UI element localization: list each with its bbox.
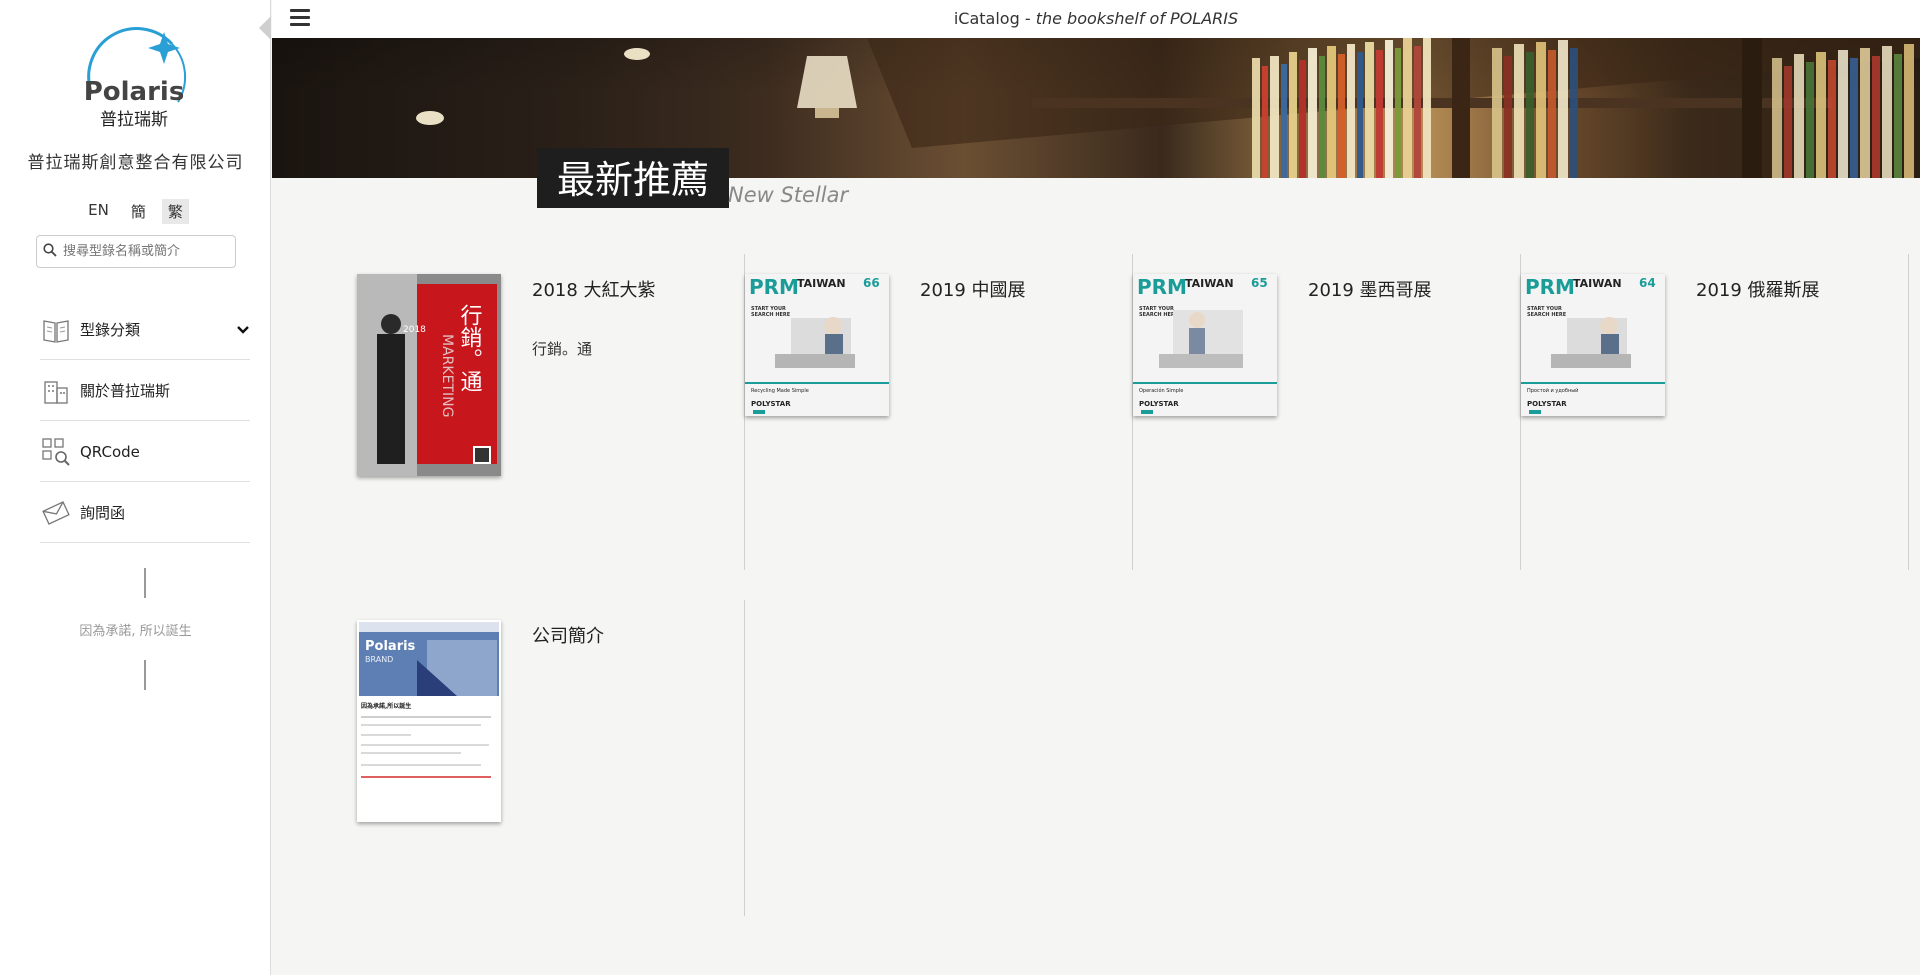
title-prefix: iCatalog -: [953, 9, 1036, 28]
cover-maker-text: POLYSTAR: [751, 400, 791, 408]
search-icon[interactable]: [43, 242, 57, 261]
catalog-title[interactable]: 2018 大紅大紫: [532, 276, 656, 302]
logo-text: Polaris: [84, 77, 185, 107]
qrcode-search-icon: [40, 436, 72, 468]
nav-inquiry[interactable]: 詢問函: [40, 483, 250, 543]
top-bar: iCatalog - the bookshelf of POLARIS: [272, 0, 1920, 38]
cover-line2-text: SEARCH HERE: [1139, 312, 1179, 318]
divider-line: [144, 660, 146, 690]
card-separator: [744, 600, 745, 916]
cover-tagline-text: Operación Simple: [1139, 387, 1183, 394]
nav-label: 關於普拉瑞斯: [80, 382, 171, 400]
divider-line: [144, 568, 146, 598]
search-input[interactable]: [61, 243, 235, 260]
cover-vertical-text: MARKETING: [439, 334, 455, 417]
cover-brand-text: TAIWAN: [797, 277, 846, 290]
catalog-title[interactable]: 2019 墨西哥展: [1308, 276, 1432, 302]
cover-line2-text: SEARCH HERE: [1527, 312, 1567, 318]
catalog-title[interactable]: 2019 中國展: [920, 276, 1026, 302]
sidebar-collapse-tab[interactable]: [259, 16, 271, 40]
chevron-down-icon[interactable]: [236, 320, 250, 339]
app-title: iCatalog - the bookshelf of POLARIS: [272, 9, 1920, 28]
cover-mast-text: PRM: [1525, 275, 1575, 299]
section-heading: 最新推薦: [537, 148, 730, 208]
catalog-card[interactable]: 行銷。通 B2B MARKETING 2018 2018 大紅大紫 行銷。通: [357, 254, 745, 570]
company-name: 普拉瑞斯創意整合有限公司: [27, 153, 244, 173]
cover-mast-text: PRM: [1137, 275, 1187, 299]
cover-line2-text: SEARCH HERE: [751, 312, 791, 318]
cover-sub-text: BRAND: [365, 655, 393, 664]
logo-subtext: 普拉瑞斯: [100, 110, 168, 130]
cover-heading-text: 因為承諾,所以誕生: [361, 702, 411, 710]
motto-text: 因為承諾, 所以誕生: [79, 624, 192, 639]
catalog-card[interactable]: PRM TAIWAN 64 START YOUR SEARCH HERE Про…: [1521, 254, 1909, 570]
cover-maker-text: POLYSTAR: [1527, 400, 1567, 408]
search-box: [36, 235, 236, 268]
catalog-card[interactable]: PRM TAIWAN 65 START YOUR SEARCH HERE Ope…: [1133, 254, 1521, 570]
catalog-cover[interactable]: PRM TAIWAN 64 START YOUR SEARCH HERE Про…: [1521, 274, 1665, 416]
nav-label: QRCode: [80, 442, 140, 461]
nav-qrcode[interactable]: QRCode: [40, 422, 250, 482]
catalog-cover[interactable]: Polaris BRAND 因為承諾,所以誕生: [357, 620, 501, 822]
nav-about-polaris[interactable]: 關於普拉瑞斯: [40, 361, 250, 421]
polaris-logo[interactable]: Polaris 普拉瑞斯: [72, 26, 198, 138]
envelope-icon: [40, 497, 72, 529]
cover-brand-text: TAIWAN: [1573, 277, 1622, 290]
nav-label: 詢問函: [80, 504, 126, 522]
cover-brand-text: TAIWAN: [1185, 277, 1234, 290]
cover-brand-text: Polaris: [365, 639, 416, 654]
bookshelf-banner: [272, 38, 1920, 178]
catalog-card[interactable]: Polaris BRAND 因為承諾,所以誕生 公司簡介: [357, 600, 745, 916]
lang-simplified[interactable]: 簡: [125, 199, 152, 224]
cover-issue-text: 65: [1251, 276, 1268, 290]
nav-catalog-category[interactable]: 型錄分類: [40, 300, 250, 360]
catalog-book-icon: [40, 314, 72, 346]
section-subheading: New Stellar: [728, 183, 849, 207]
cover-tagline-text: Простой и удобный: [1527, 387, 1578, 394]
cover-tagline-text: Recycling Made Simple: [751, 388, 809, 394]
catalog-title[interactable]: 公司簡介: [532, 622, 604, 648]
card-separator: [1908, 254, 1909, 570]
cover-issue-text: 66: [863, 276, 880, 290]
catalog-cover[interactable]: 行銷。通 B2B MARKETING 2018: [357, 274, 501, 476]
lang-traditional[interactable]: 繁: [161, 199, 189, 224]
title-suffix: the bookshelf of POLARIS: [1035, 9, 1239, 28]
cover-year-text: 2018: [403, 325, 426, 335]
sidebar: Polaris 普拉瑞斯 普拉瑞斯創意整合有限公司 EN 簡 繁 型錄分類 關於…: [0, 0, 271, 975]
cover-issue-text: 64: [1639, 276, 1656, 290]
building-icon: [40, 375, 72, 407]
nav-label: 型錄分類: [80, 321, 141, 339]
language-switcher: EN 簡 繁: [0, 199, 271, 224]
catalog-description: 行銷。通: [532, 340, 593, 358]
lang-en[interactable]: EN: [82, 199, 115, 224]
cover-mast-text: PRM: [749, 275, 799, 299]
cover-side-text: 行銷。通: [457, 304, 483, 392]
catalog-card[interactable]: PRM TAIWAN 66 START YOUR SEARCH HERE Rec…: [745, 254, 1133, 570]
catalog-title[interactable]: 2019 俄羅斯展: [1696, 276, 1820, 302]
cover-maker-text: POLYSTAR: [1139, 400, 1179, 408]
catalog-cover[interactable]: PRM TAIWAN 65 START YOUR SEARCH HERE Ope…: [1133, 274, 1277, 416]
catalog-cover[interactable]: PRM TAIWAN 66 START YOUR SEARCH HERE Rec…: [745, 274, 889, 416]
